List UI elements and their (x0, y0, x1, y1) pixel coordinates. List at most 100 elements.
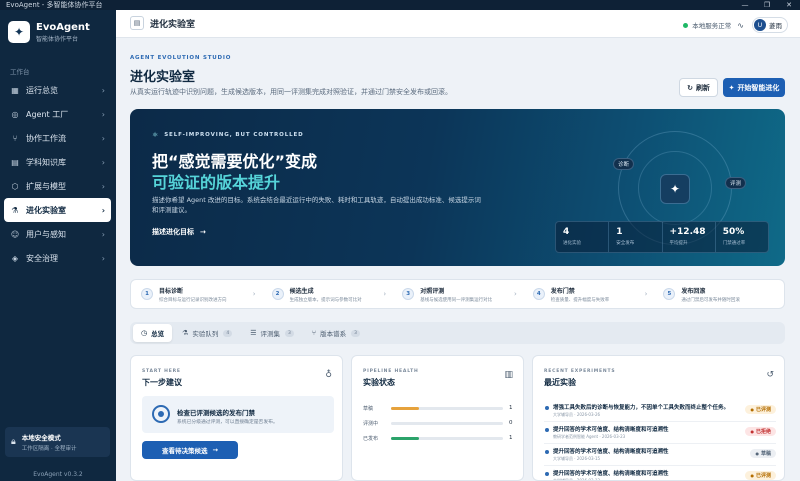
book-icon: ▤ (11, 157, 19, 167)
hero-eyebrow-text: SELF-IMPROVING, BUT CONTROLLED (164, 132, 304, 138)
hero-eyebrow: ⚛ SELF-IMPROVING, BUT CONTROLLED (152, 131, 304, 139)
metric-label: 平均提升 (669, 241, 688, 246)
step-evaluate[interactable]: 3 对照评测 基线与候选使用同一评测集运行对比 › (392, 280, 523, 308)
tab-experiment-queue[interactable]: ⚗ 实验队列 4 (174, 324, 240, 342)
describe-goal-label: 描述进化目标 (152, 228, 194, 236)
chevron-right-icon: › (644, 290, 648, 298)
card-eyebrow: PIPELINE HEALTH (363, 369, 419, 374)
experiment-list-item[interactable]: 提升回答的学术可信度、结构清晰度和可追溯性大学辅导员 · 2026-03-15 草… (544, 444, 776, 466)
minimize-button[interactable]: — (734, 0, 756, 10)
step-subtitle: 检查质量、提升幅度与失败率 (550, 297, 610, 303)
compass-icon: ◷ (141, 329, 148, 337)
sidebar-item-label: 运行总览 (26, 85, 58, 95)
step-title: 发布回滚 (681, 287, 706, 295)
metric-label: 进化实验 (563, 241, 581, 246)
brand[interactable]: ✦ EvoAgent 智能体协作平台 (8, 21, 90, 43)
sidebar-item-knowledge[interactable]: ▤ 学科知识库 › (4, 150, 111, 174)
sidebar-item-overview[interactable]: ▦ 运行总览 › (4, 78, 111, 102)
next-steps-card: START HERE 下一步建议 ♁ 检查已评测候选的发布门禁 系统已分级通过评… (130, 355, 343, 481)
branch-icon: ⑂ (311, 329, 317, 337)
arrow-right-icon: → (200, 228, 206, 236)
suggestion-item[interactable]: 检查已评测候选的发布门禁 系统已分级通过评测，可以直接确定是否发布。 (142, 396, 334, 433)
pipeline-fill (391, 406, 419, 410)
refresh-button[interactable]: ↻ 刷新 (679, 78, 718, 97)
experiment-list-item[interactable]: 增强工具失败后的诊断与恢复能力，不因单个工具失败而终止整个任务。 大学辅导员 · … (544, 400, 776, 422)
page-description: 从真实运行轨迹中识别问题，生成候选版本，用同一评测集完成对照验证，并通过门禁安全… (130, 88, 452, 96)
chevron-right-icon: › (252, 290, 256, 298)
status-badge: 已评测 (745, 405, 776, 414)
pipeline-value: 0 (509, 420, 513, 426)
user-icon: ☺ (10, 229, 20, 239)
experiment-title: 提升回答的学术可信度、结构清晰度和可追溯性 (553, 471, 669, 477)
card-title: 实验状态 (363, 378, 395, 387)
review-candidates-button[interactable]: 查看待决策候选 → (142, 441, 238, 459)
sidebar-toggle-icon[interactable]: ▤ (130, 16, 144, 30)
activity-icon[interactable]: ∿ (737, 21, 744, 30)
sparkle-icon: ✦ (728, 83, 735, 92)
sidebar-item-extensions[interactable]: ⬡ 扩展与模型 › (4, 174, 111, 198)
hero-title-line2: 可验证的版本提升 (152, 173, 281, 192)
hero-description: 描述你希望 Agent 改进的目标。系统会结合最近运行中的失败、耗时和工具轨迹，… (152, 196, 481, 214)
review-candidates-label: 查看待决策候选 (162, 447, 208, 455)
status-badge: 已评测 (745, 471, 776, 480)
step-gate[interactable]: 4 发布门禁 检查质量、提升幅度与失败率 › (523, 280, 654, 308)
hero-metrics: 4 进化实验 1 安全发布 +12.48 平均提升 50% 门禁通过率 (555, 221, 769, 253)
suggestion-subtitle: 系统已分级通过评测，可以直接确定是否发布。 (177, 420, 278, 425)
app-version: EvoAgent v0.3.2 (33, 471, 83, 478)
lab-icon: ⚗ (11, 205, 19, 215)
sidebar-item-label: 用户与感知 (26, 229, 66, 239)
chevron-right-icon: › (101, 253, 105, 263)
extension-icon: ⬡ (11, 181, 19, 191)
bullet-icon (545, 450, 549, 454)
sidebar-item-users[interactable]: ☺ 用户与感知 › (4, 222, 111, 246)
step-number: 2 (271, 288, 284, 300)
metric-pass-rate: 50% 门禁通过率 (716, 222, 768, 252)
suggestion-title: 检查已评测候选的发布门禁 (177, 409, 255, 417)
tab-version-lineage[interactable]: ⑂ 版本谱系 3 (304, 324, 368, 342)
step-number: 5 (663, 288, 676, 300)
sidebar-item-label: 扩展与模型 (26, 181, 66, 191)
page-title: 进化实验室 (130, 70, 196, 85)
bar-chart-icon: ▥ (504, 370, 513, 380)
chevron-right-icon: › (101, 133, 105, 143)
experiment-list-item[interactable]: 提升回答的学术可信度、结构清晰度和可追溯性 教研学者范例智能 Agent · 20… (544, 422, 776, 444)
topbar: ▤ 进化实验室 本地服务正常 ∿ U 菱雨 (116, 10, 800, 38)
sparkle-icon: ✦ (660, 174, 690, 204)
pipeline-label: 草稿 (363, 405, 374, 412)
safe-mode-subtitle: 工作区隔离 · 全程审计 (21, 446, 77, 452)
experiment-title: 提升回答的学术可信度、结构清晰度和可追溯性 (553, 427, 669, 433)
sparkle-icon: ✦ (8, 21, 30, 43)
start-evolution-button[interactable]: ✦ 开始智能进化 (723, 78, 785, 97)
lightbulb-icon: ♁ (325, 370, 332, 380)
history-icon[interactable]: ↺ (766, 370, 774, 380)
pipeline-label: 已发布 (363, 435, 379, 442)
metric-value: 4 (563, 227, 570, 237)
maximize-button[interactable]: ❐ (756, 0, 778, 10)
user-name: 菱雨 (769, 22, 782, 30)
describe-goal-link[interactable]: 描述进化目标 → (152, 227, 206, 237)
service-status: 本地服务正常 (692, 22, 732, 30)
sidebar-item-label: 协作工作流 (26, 133, 66, 143)
factory-icon: ◎ (11, 109, 19, 119)
step-generate[interactable]: 2 候选生成 生成独立版本，提示词与参数可比对 › (262, 280, 393, 308)
user-menu[interactable]: U 菱雨 (752, 17, 788, 33)
sidebar-item-security[interactable]: ◈ 安全治理 › (4, 246, 111, 270)
experiment-list-item[interactable]: 提升回答的学术可信度、结构清晰度和可追溯性大学辅导员 · 2026-03-12已… (544, 466, 776, 480)
sidebar-item-workflow[interactable]: ⑂ 协作工作流 › (4, 126, 111, 150)
step-rollback[interactable]: 5 发布回滚通过门禁后可发布并随时回滚 (653, 280, 784, 308)
metric-improvement: +12.48 平均提升 (663, 222, 716, 252)
sidebar-item-evolution-lab[interactable]: ⚗ 进化实验室 › (4, 198, 111, 222)
pipeline-row: 草稿 1 (363, 403, 517, 413)
tab-eval-sets[interactable]: ☰ 评测集 3 (242, 324, 302, 342)
card-eyebrow: RECENT EXPERIMENTS (544, 369, 616, 374)
close-button[interactable]: ✕ (778, 0, 800, 10)
step-diagnose[interactable]: 1 目标诊断 综合目标与运行记录识别改进方向 › (131, 280, 262, 308)
sidebar-item-agent-factory[interactable]: ◎ Agent 工厂 › (4, 102, 111, 126)
grid-icon: ▦ (11, 85, 19, 95)
sidebar-item-label: Agent 工厂 (26, 109, 69, 119)
status-badge: 已拒绝 (745, 427, 776, 436)
tab-overview[interactable]: ◷ 总览 (133, 324, 173, 342)
chevron-right-icon: › (513, 290, 517, 298)
step-subtitle: 通过门禁后可发布并随时回滚 (681, 297, 740, 303)
sidebar-section-label: 工作台 (10, 68, 30, 76)
